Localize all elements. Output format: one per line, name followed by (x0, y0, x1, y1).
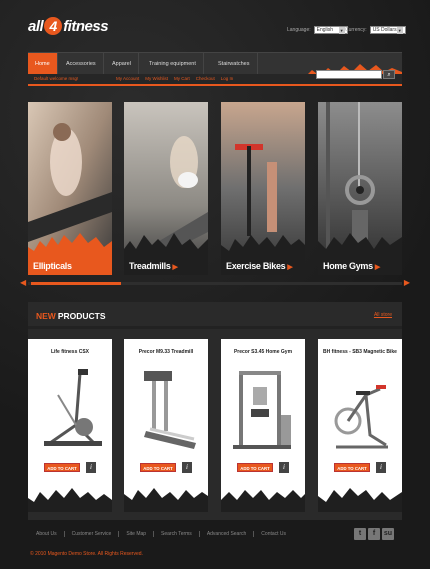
site-logo[interactable]: all 4 fitness (28, 17, 109, 35)
link-log-in[interactable]: Log In (221, 76, 234, 81)
card-mountains (124, 488, 208, 512)
new-products-title: NEW PRODUCTS (36, 311, 106, 321)
product-name[interactable]: Precor M9.33 Treadmill (124, 349, 208, 355)
chevron-right-icon: ▶ (374, 264, 380, 271)
chevron-down-icon: ▼ (396, 26, 403, 34)
product-card[interactable]: Precor S3.45 Home Gym ADD TO CART i (221, 339, 305, 512)
new-products-section: NEW PRODUCTS All store Life fitness CSX A… (28, 302, 402, 520)
footer-link-site-map[interactable]: Site Map (119, 531, 155, 537)
welcome-message: Default welcome msg! (34, 76, 79, 81)
add-to-cart-button[interactable]: ADD TO CART (140, 463, 176, 472)
add-to-cart-button[interactable]: ADD TO CART (237, 463, 273, 472)
nav-item-apparel[interactable]: Apparel (105, 53, 139, 75)
language-select[interactable]: English ▼ (313, 26, 348, 34)
footer-link-advanced-search[interactable]: Advanced Search (200, 531, 255, 537)
link-my-wishlist[interactable]: My Wishlist (145, 76, 168, 81)
slider-progress-fill (31, 282, 121, 285)
add-to-cart-button[interactable]: ADD TO CART (44, 463, 80, 472)
treadmill-product-image[interactable] (132, 365, 200, 453)
slider-prev-icon[interactable]: ◀ (20, 278, 26, 287)
home-gym-product-image[interactable] (229, 365, 297, 453)
chevron-right-icon: ▶ (172, 264, 178, 271)
currency-value: US Dollars (372, 26, 397, 33)
banner-label-text: Home Gyms (323, 261, 373, 271)
slider-next-icon[interactable]: ▶ (404, 278, 410, 287)
product-name[interactable]: BH fitness - SB3 Magnetic Bike (318, 349, 402, 355)
info-icon[interactable]: i (86, 462, 96, 473)
banner-label: Home Gyms ▶ (323, 261, 380, 271)
language-value: English (316, 26, 334, 33)
footer-link-about-us[interactable]: About Us (30, 531, 65, 537)
slider-progress-track[interactable] (28, 282, 402, 285)
logo-part-four: 4 (44, 17, 63, 35)
magnetic-bike-product-image[interactable] (326, 365, 394, 453)
copyright-text: © 2010 Magento Demo Store. All Rights Re… (30, 551, 143, 557)
link-checkout[interactable]: Checkout (196, 76, 215, 81)
link-my-account[interactable]: My Account (116, 76, 139, 81)
chevron-down-icon: ▼ (338, 26, 345, 34)
account-links: My Account My Wishlist My Cart Checkout … (116, 76, 233, 81)
add-to-cart-button[interactable]: ADD TO CART (334, 463, 370, 472)
logo-part-all: all (28, 18, 44, 35)
twitter-icon[interactable]: t (354, 528, 366, 540)
link-my-cart[interactable]: My Cart (174, 76, 190, 81)
category-banners: Ellipticals ▶ Treadmills ▶ Exercise Bike… (28, 102, 402, 275)
banner-label: Treadmills ▶ (129, 261, 178, 271)
page: all 4 fitness Language: English ▼ Currency… (0, 0, 430, 569)
info-icon[interactable]: i (182, 462, 192, 473)
stumbleupon-icon[interactable]: su (382, 528, 394, 540)
nav-item-training-equipment[interactable]: Training equipment (142, 53, 204, 75)
search-icon: ⌕ (387, 72, 391, 78)
banner-ellipticals[interactable]: Ellipticals ▶ (28, 102, 112, 275)
info-icon[interactable]: i (376, 462, 386, 473)
banner-label: Ellipticals ▶ (33, 261, 79, 271)
product-name[interactable]: Precor S3.45 Home Gym (221, 349, 305, 355)
product-card[interactable]: Life fitness CSX ADD TO CART i (28, 339, 112, 512)
language-label: Language: (287, 27, 311, 33)
banner-home-gyms[interactable]: Home Gyms ▶ (318, 102, 402, 275)
banner-label-text: Exercise Bikes (226, 261, 286, 271)
title-new: NEW (36, 311, 56, 321)
logo-part-fitness: fitness (63, 18, 109, 35)
product-name[interactable]: Life fitness CSX (28, 349, 112, 355)
currency-select[interactable]: US Dollars ▼ (369, 26, 406, 34)
facebook-icon[interactable]: f (368, 528, 380, 540)
product-card[interactable]: BH fitness - SB3 Magnetic Bike ADD TO CA… (318, 339, 402, 512)
nav-item-home[interactable]: Home (28, 53, 58, 75)
banner-treadmills[interactable]: Treadmills ▶ (124, 102, 208, 275)
banner-exercise-bikes[interactable]: Exercise Bikes ▶ (221, 102, 305, 275)
currency-label: Currency: (345, 27, 367, 33)
currency-switcher: Currency: US Dollars ▼ (345, 26, 406, 34)
info-icon[interactable]: i (279, 462, 289, 473)
elliptical-product-image[interactable] (36, 365, 104, 453)
footer-link-contact-us[interactable]: Contact Us (254, 531, 293, 537)
banner-label-text: Treadmills (129, 261, 171, 271)
card-mountains (318, 488, 402, 512)
card-mountains (221, 490, 305, 512)
title-products: PRODUCTS (57, 311, 106, 321)
banner-label-text: Ellipticals (33, 261, 72, 271)
footer-links: About Us Customer Service Site Map Searc… (30, 531, 293, 537)
footer-link-search-terms[interactable]: Search Terms (154, 531, 200, 537)
nav-item-accessories[interactable]: Accessories (59, 53, 104, 75)
product-card[interactable]: Precor M9.33 Treadmill ADD TO CART i (124, 339, 208, 512)
search-button[interactable]: ⌕ (383, 70, 395, 79)
chevron-right-icon: ▶ (287, 264, 293, 271)
chevron-right-icon: ▶ (73, 264, 79, 271)
search-input[interactable] (316, 70, 382, 79)
all-store-link[interactable]: All store (374, 312, 392, 318)
section-divider (28, 326, 402, 329)
nav-item-stairwatches[interactable]: Stairwatches (211, 53, 258, 75)
banner-label: Exercise Bikes ▶ (226, 261, 293, 271)
card-mountains (28, 488, 112, 512)
footer-link-customer-service[interactable]: Customer Service (65, 531, 120, 537)
language-switcher: Language: English ▼ (287, 26, 348, 34)
